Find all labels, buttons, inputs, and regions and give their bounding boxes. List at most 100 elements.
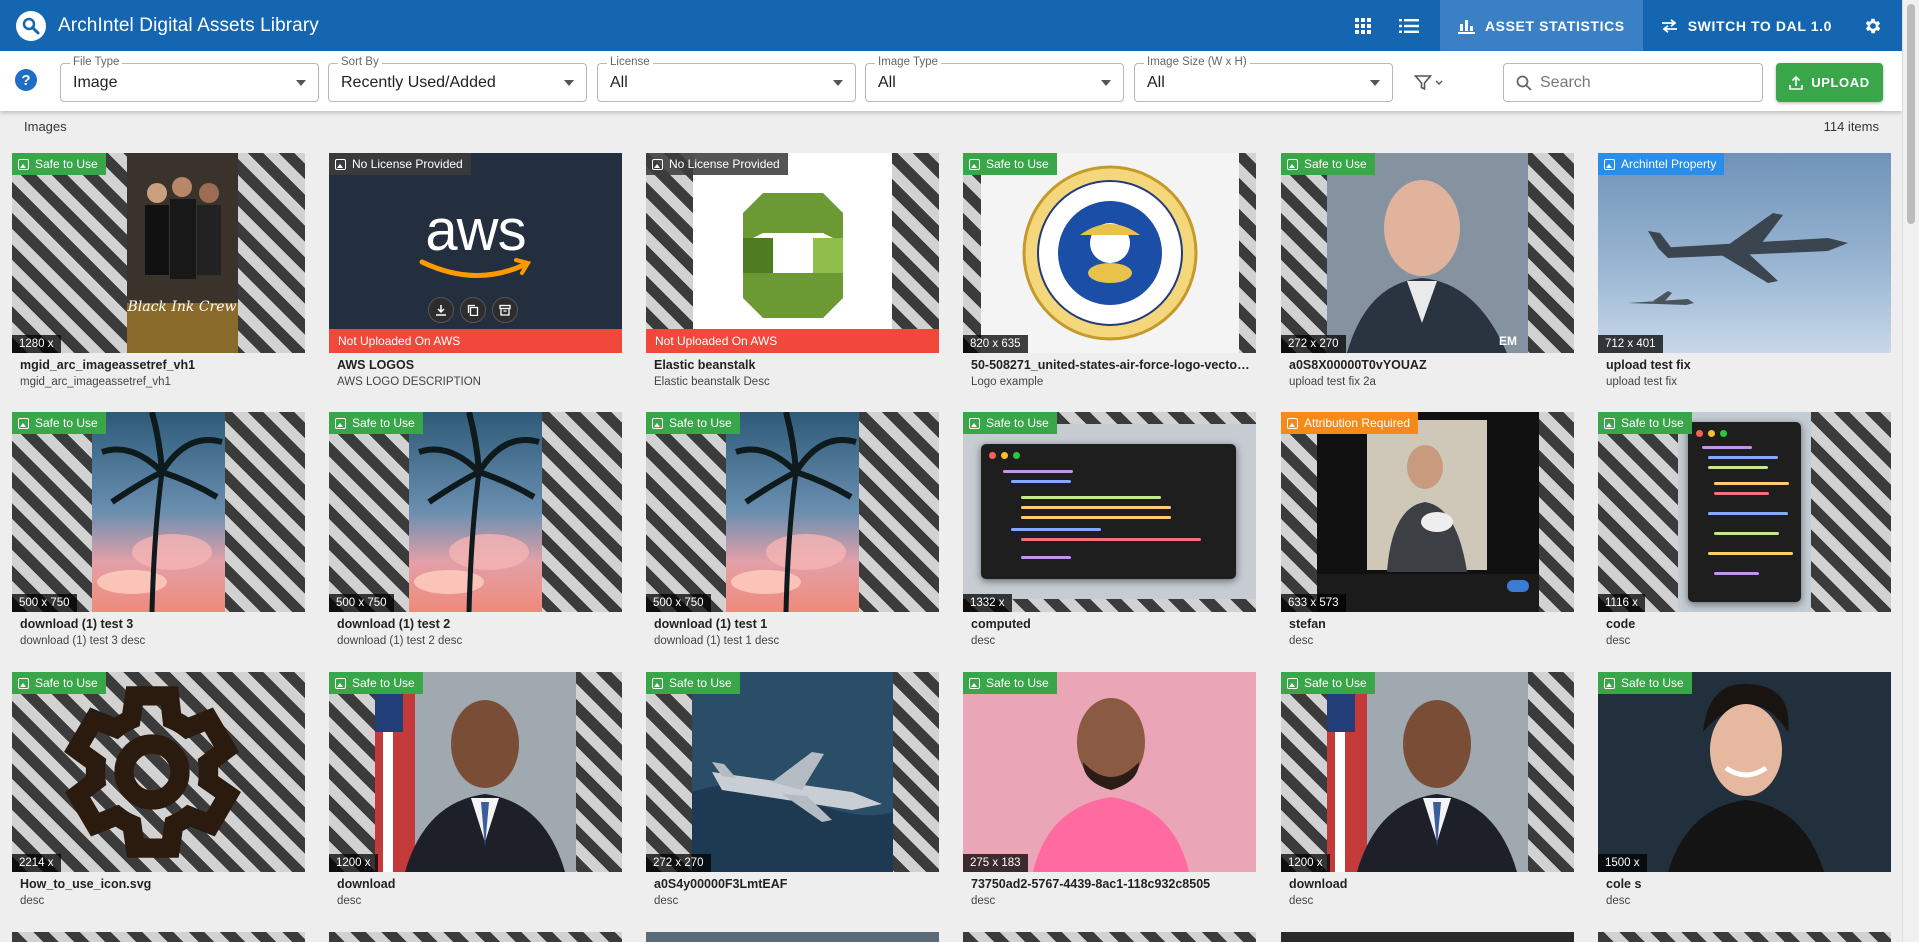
asset-thumbnail[interactable]: Safe to Use 500 x 750 [646, 412, 939, 612]
asset-card[interactable]: Safe to Use 820 x 635 50-508271_united-s… [963, 153, 1256, 388]
chevron-down-icon [1370, 80, 1380, 86]
asset-thumbnail[interactable]: Safe to Use 275 x 183 [963, 672, 1256, 872]
asset-title: Elastic beanstalk [654, 358, 756, 372]
asset-title: download [337, 877, 396, 891]
license-badge: Safe to Use [329, 672, 423, 694]
grid-view-icon[interactable] [1340, 0, 1386, 51]
archive-icon[interactable] [492, 297, 518, 323]
asset-card[interactable]: Black Ink Crew Safe to Use 1280 x mgid_a… [12, 153, 305, 388]
asset-description: desc [1606, 635, 1631, 647]
asset-thumbnail[interactable]: No License Provided Not Uploaded On AWS [646, 153, 939, 353]
image-dimensions: 1332 x [963, 594, 1012, 612]
asset-thumbnail[interactable]: Attribution Required 633 x 573 [1281, 412, 1574, 612]
page-scrollbar[interactable] [1902, 0, 1919, 942]
asset-description: AWS LOGO DESCRIPTION [337, 376, 481, 388]
image-type-select[interactable]: Image Type All [865, 56, 1124, 102]
filter-toolbar: ? File Type Image Sort By Recently Used/… [0, 51, 1902, 111]
asset-description: desc [1289, 635, 1314, 647]
switch-dal-button[interactable]: SWITCH TO DAL 1.0 [1643, 0, 1850, 51]
asset-card[interactable]: Attribution Required 633 x 573 stefan de… [1281, 412, 1574, 647]
asset-thumbnail[interactable]: Safe to Use 1200 x [329, 672, 622, 872]
asset-title: cole s [1606, 877, 1642, 891]
asset-thumbnail[interactable]: EM Safe to Use 272 x 270 [1281, 153, 1574, 353]
image-icon [969, 677, 980, 689]
asset-description: desc [1289, 895, 1314, 907]
app-title: ArchIntel Digital Assets Library [58, 14, 319, 36]
chevron-down-icon [1101, 80, 1111, 86]
asset-description: desc [1606, 895, 1631, 907]
asset-card[interactable]: aws No License Provided Not Uploaded On … [329, 153, 622, 388]
license-badge: Safe to Use [329, 412, 423, 434]
asset-card[interactable]: EM Safe to Use 272 x 270 a0S8X00000T0vYO… [1281, 153, 1574, 388]
asset-card[interactable]: Safe to Use 1116 x code desc [1598, 412, 1891, 647]
asset-thumbnail[interactable]: Safe to Use 820 x 635 [963, 153, 1256, 353]
file-type-select[interactable]: File Type Image [60, 56, 319, 102]
download-icon[interactable] [428, 297, 454, 323]
asset-thumbnail[interactable]: Black Ink Crew Safe to Use 1280 x [12, 153, 305, 353]
asset-thumbnail[interactable]: Safe to Use 1500 x [1598, 672, 1891, 872]
aws-smile-icon [419, 257, 531, 278]
asset-card[interactable]: Safe to Use 500 x 750 download (1) test … [12, 412, 305, 647]
asset-title: download (1) test 2 [337, 617, 451, 631]
scrollbar-thumb[interactable] [1907, 4, 1915, 224]
image-dimensions: 275 x 183 [963, 854, 1028, 872]
asset-thumbnail[interactable]: Safe to Use 272 x 270 [646, 672, 939, 872]
asset-card[interactable]: Safe to Use 1200 x download desc [329, 672, 622, 907]
image-icon [652, 158, 663, 170]
asset-card[interactable]: Safe to Use 1500 x cole s desc [1598, 672, 1891, 907]
asset-title: mgid_arc_imageassetref_vh1 [20, 358, 196, 372]
asset-card[interactable]: Safe to Use 500 x 750 download (1) test … [329, 412, 622, 647]
search-input[interactable] [1540, 73, 1740, 92]
filter-funnel-icon [1414, 75, 1432, 91]
asset-thumbnail[interactable]: Safe to Use 500 x 750 [12, 412, 305, 612]
settings-gear-icon[interactable] [1850, 0, 1896, 51]
palm-tree-image [731, 412, 857, 612]
asset-card[interactable]: No License Provided Not Uploaded On AWS … [646, 153, 939, 388]
image-dimensions: 272 x 270 [1281, 335, 1346, 353]
file-type-label: File Type [70, 56, 123, 68]
chevron-down-icon [296, 80, 306, 86]
asset-card[interactable]: Safe to Use 2214 x How_to_use_icon.svg d… [12, 672, 305, 907]
asset-card[interactable]: Safe to Use 1200 x download desc [1281, 672, 1574, 907]
asset-thumbnail[interactable]: Safe to Use 1116 x [1598, 412, 1891, 612]
license-badge: No License Provided [329, 153, 471, 175]
image-icon [18, 677, 29, 689]
image-type-label: Image Type [875, 56, 941, 68]
asset-thumbnail[interactable]: aws No License Provided Not Uploaded On … [329, 153, 622, 353]
search-box[interactable] [1503, 63, 1763, 102]
asset-thumbnail[interactable]: Safe to Use 2214 x [12, 672, 305, 872]
asset-statistics-button[interactable]: ASSET STATISTICS [1439, 0, 1643, 51]
asset-card[interactable]: Safe to Use 500 x 750 download (1) test … [646, 412, 939, 647]
license-select[interactable]: License All [597, 56, 856, 102]
image-icon [335, 417, 346, 429]
asset-description: Elastic beanstalk Desc [654, 376, 770, 388]
list-view-icon[interactable] [1386, 0, 1432, 51]
image-type-value: All [878, 74, 896, 91]
help-icon[interactable]: ? [15, 69, 37, 91]
upload-icon [1789, 75, 1804, 90]
upload-button[interactable]: UPLOAD [1776, 63, 1883, 102]
image-size-select[interactable]: Image Size (W x H) All [1134, 56, 1393, 102]
sort-by-select[interactable]: Sort By Recently Used/Added [328, 56, 587, 102]
image-icon [969, 158, 980, 170]
code-window-image [1688, 422, 1801, 602]
license-badge: No License Provided [646, 153, 788, 175]
air-force-seal [1022, 165, 1198, 341]
asset-thumbnail[interactable]: Safe to Use 500 x 750 [329, 412, 622, 612]
asset-card[interactable]: Archintel Property 712 x 401 upload test… [1598, 153, 1891, 388]
asset-card[interactable]: Safe to Use 1332 x computed desc [963, 412, 1256, 647]
aws-logo-text: aws [425, 197, 526, 263]
asset-thumbnail[interactable]: Safe to Use 1332 x [963, 412, 1256, 612]
asset-thumbnail[interactable]: Archintel Property 712 x 401 [1598, 153, 1891, 353]
section-label: Images [24, 119, 67, 134]
advanced-filter-button[interactable] [1414, 71, 1450, 95]
asset-title: download [1289, 877, 1348, 891]
asset-description: desc [20, 895, 45, 907]
image-dimensions: 2214 x [12, 854, 61, 872]
asset-thumbnail[interactable]: Safe to Use 1200 x [1281, 672, 1574, 872]
chevron-down-icon [1435, 80, 1443, 85]
asset-card[interactable]: Safe to Use 272 x 270 a0S4y00000F3LmtEAF… [646, 672, 939, 907]
image-icon [1604, 677, 1615, 689]
copy-icon[interactable] [460, 297, 486, 323]
asset-card[interactable]: Safe to Use 275 x 183 73750ad2-5767-4439… [963, 672, 1256, 907]
